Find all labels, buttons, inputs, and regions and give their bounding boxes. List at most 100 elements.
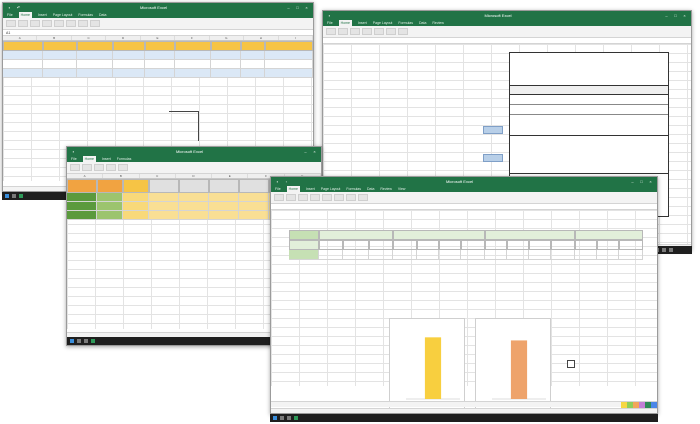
quick-access-icon[interactable]: ▪: [7, 3, 12, 12]
cell[interactable]: [77, 69, 113, 78]
cell[interactable]: [239, 211, 269, 220]
cell[interactable]: [319, 250, 343, 260]
bold-button[interactable]: [82, 164, 92, 171]
cell[interactable]: [241, 60, 265, 69]
cell[interactable]: [265, 69, 313, 78]
cell[interactable]: [43, 69, 77, 78]
col-header[interactable]: G: [210, 36, 245, 40]
chart-bar[interactable]: [510, 340, 528, 399]
excel-window-4[interactable]: ▪ ▫ Microsoft Excel – □ × File Home Insert …: [270, 176, 658, 414]
taskbar-app-icon[interactable]: [287, 416, 291, 420]
taskbar-app-icon[interactable]: [77, 339, 81, 343]
tab-home[interactable]: Home: [338, 20, 352, 26]
styles-button[interactable]: [118, 164, 128, 171]
cell[interactable]: [67, 202, 97, 211]
cell[interactable]: [211, 51, 241, 60]
cell[interactable]: [123, 211, 149, 220]
taskbar-app-icon[interactable]: [84, 339, 88, 343]
maximize-icon[interactable]: □: [295, 3, 300, 12]
chart-placeholder[interactable]: [567, 360, 575, 368]
taskbar-app-icon[interactable]: [280, 416, 284, 420]
cell[interactable]: [97, 202, 123, 211]
taskbar-app-icon[interactable]: [12, 194, 16, 198]
col-header[interactable]: E: [212, 174, 249, 178]
excel-taskbar-icon[interactable]: [294, 416, 298, 420]
selected-range[interactable]: [169, 111, 199, 141]
cell-grid[interactable]: [271, 210, 657, 410]
bold-button[interactable]: [338, 28, 348, 35]
cell[interactable]: [209, 193, 239, 202]
col-header[interactable]: C: [72, 36, 107, 40]
cell[interactable]: [265, 60, 313, 69]
bold-button[interactable]: [286, 194, 296, 201]
tab-data[interactable]: Data: [99, 12, 106, 18]
tab-formulas[interactable]: Formulas: [78, 12, 93, 18]
cell[interactable]: [179, 193, 209, 202]
cell[interactable]: [343, 250, 369, 260]
table-row[interactable]: [289, 250, 643, 260]
cell[interactable]: [43, 60, 77, 69]
minimize-icon[interactable]: –: [664, 11, 669, 20]
col-header[interactable]: D: [176, 174, 213, 178]
start-icon[interactable]: [273, 416, 277, 420]
tab-review[interactable]: Review: [432, 20, 443, 26]
cell[interactable]: [485, 250, 507, 260]
cell[interactable]: [461, 250, 485, 260]
items-row[interactable]: [510, 105, 668, 115]
table-row[interactable]: [3, 51, 313, 60]
cell[interactable]: [265, 51, 313, 60]
cell[interactable]: [149, 202, 179, 211]
tray-icon[interactable]: [662, 248, 666, 252]
col-header[interactable]: F: [175, 36, 210, 40]
cell[interactable]: [175, 69, 211, 78]
tab-home[interactable]: Home: [18, 12, 32, 18]
tab-data[interactable]: Data: [367, 186, 374, 192]
cell[interactable]: [3, 60, 43, 69]
close-icon[interactable]: ×: [312, 147, 317, 156]
cell[interactable]: [175, 51, 211, 60]
title-bar[interactable]: ▪ Microsoft Excel – ×: [67, 147, 321, 156]
cell[interactable]: [211, 69, 241, 78]
tab-formulas[interactable]: Formulas: [117, 156, 132, 162]
tab-insert[interactable]: Insert: [38, 12, 47, 18]
col-header[interactable]: B: [103, 174, 140, 178]
cell[interactable]: [123, 193, 149, 202]
tab-file[interactable]: File: [7, 12, 13, 18]
excel-taskbar-icon[interactable]: [91, 339, 95, 343]
align-button[interactable]: [106, 164, 116, 171]
font-button[interactable]: [30, 20, 40, 27]
font-button[interactable]: [298, 194, 308, 201]
cell[interactable]: [619, 250, 643, 260]
close-icon[interactable]: ×: [682, 11, 687, 20]
editing-button[interactable]: [358, 194, 368, 201]
cells-button[interactable]: [346, 194, 356, 201]
bar-chart-2[interactable]: [475, 318, 551, 410]
cell[interactable]: [209, 211, 239, 220]
tab-page-layout[interactable]: Page Layout: [321, 186, 341, 192]
cell[interactable]: [211, 60, 241, 69]
col-header[interactable]: H: [244, 36, 279, 40]
align-button[interactable]: [42, 20, 52, 27]
number-format-button[interactable]: [54, 20, 64, 27]
editing-button[interactable]: [90, 20, 100, 27]
cell[interactable]: [507, 250, 529, 260]
summary-value-cell[interactable]: [289, 250, 319, 260]
title-bar[interactable]: ▪ ▫ Microsoft Excel – □ ×: [271, 177, 657, 186]
cell[interactable]: [145, 51, 175, 60]
cell[interactable]: [597, 250, 619, 260]
col-header[interactable]: C: [140, 174, 176, 178]
styles-button[interactable]: [386, 28, 396, 35]
cell[interactable]: [575, 250, 597, 260]
paste-button[interactable]: [326, 28, 336, 35]
cell[interactable]: [113, 69, 145, 78]
number-format-button[interactable]: [374, 28, 384, 35]
blue-side-cell[interactable]: [483, 126, 503, 134]
cell[interactable]: [209, 202, 239, 211]
col-header[interactable]: A: [3, 36, 38, 40]
close-icon[interactable]: ×: [304, 3, 309, 12]
minimize-icon[interactable]: –: [303, 147, 308, 156]
styles-button[interactable]: [66, 20, 76, 27]
cell[interactable]: [179, 202, 209, 211]
cell[interactable]: [175, 60, 211, 69]
table-row[interactable]: [3, 69, 313, 78]
